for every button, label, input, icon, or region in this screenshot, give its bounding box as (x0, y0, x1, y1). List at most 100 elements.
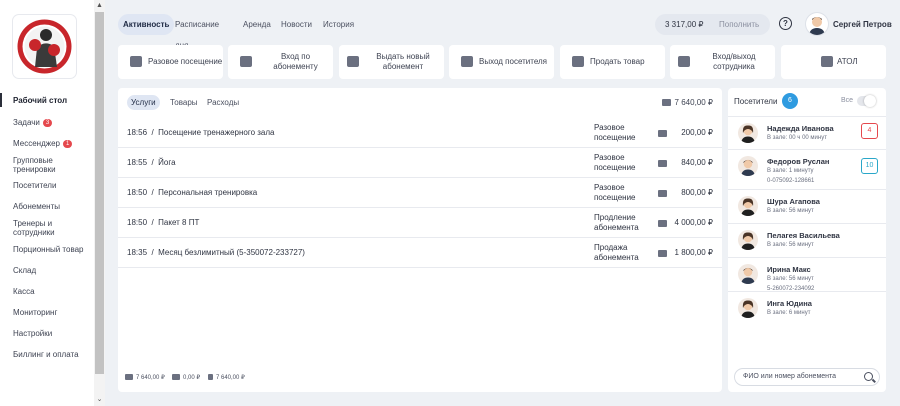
visitors-panel: Посетители 6 Все Надежда Иванова В зале: … (728, 88, 886, 392)
visitor-name: Надежда Иванова (767, 124, 834, 133)
visitor-search[interactable]: ФИО или номер абонемента (734, 368, 880, 386)
show-all-toggle[interactable] (857, 95, 876, 107)
avatar[interactable] (806, 13, 828, 35)
list-item[interactable]: Федоров Руслан В зале: 1 минуту 0-075092-1… (728, 149, 886, 189)
visitor-status: В зале: 56 минут (767, 276, 814, 282)
sales-total: 7 640,00 ₽ (661, 98, 713, 107)
action-button[interactable]: АТОЛ (781, 45, 886, 79)
user-name[interactable]: Сергей Петров (833, 20, 892, 29)
sidebar-item[interactable]: Склад (0, 266, 94, 275)
avatar (738, 196, 758, 216)
sales-panel: Услуги Товары Расходы 7 640,00 ₽ 18:56 / П… (118, 88, 722, 392)
cash-register-icon (658, 250, 667, 257)
table-row[interactable]: 18:35 / Месяц безлимитный (5-350072-2337… (118, 238, 722, 268)
visitor-status: В зале: 00 ч 00 минут (767, 135, 827, 141)
cash-register-icon (821, 56, 833, 67)
sales-tab[interactable]: Товары (166, 95, 202, 110)
scroll-up-icon[interactable]: ▲ (95, 2, 104, 10)
row-service: Персональная тренировка (158, 188, 258, 197)
list-item[interactable]: Инга Юдина В зале: 6 минут (728, 291, 886, 325)
list-item[interactable]: Ирина Макс В зале: 56 минут 5-260072-23409… (728, 257, 886, 292)
visitor-status: В зале: 6 минут (767, 310, 811, 316)
sidebar-item[interactable]: Касса (0, 287, 94, 296)
top-tab[interactable]: Расписание дня (170, 14, 224, 50)
search-icon[interactable] (864, 372, 873, 381)
avatar (738, 156, 758, 176)
boxer-logo-icon (17, 19, 72, 74)
sum-icon (208, 374, 213, 380)
balance-pill: 3 317,00 ₽ Пополнить (655, 14, 770, 35)
sidebar-item-label: Порционный товар (13, 245, 84, 254)
scroll-thumb[interactable] (95, 12, 104, 374)
sales-tab[interactable]: Услуги (127, 95, 160, 110)
visitor-name: Федоров Руслан (767, 157, 830, 166)
table-row[interactable]: 18:50 / Персональная тренировка Разовое п… (118, 178, 722, 208)
list-item[interactable]: Пелагея Васильева В зале: 56 минут (728, 223, 886, 257)
action-button[interactable]: Выход посетителя (449, 45, 554, 79)
action-label: Вход/выход сотрудника (712, 52, 756, 71)
top-tab[interactable]: Аренда (238, 14, 276, 35)
sidebar-item[interactable]: Настройки (0, 329, 94, 338)
table-row[interactable]: 18:55 / Йога Разовое посещение 840,00 ₽ (118, 148, 722, 178)
sidebar-item[interactable]: Биллинг и оплата (0, 350, 94, 359)
shopping-bag-icon (572, 56, 584, 67)
visitors-count-badge: 6 (782, 93, 798, 109)
sidebar-item[interactable]: Групповые тренировки (0, 156, 94, 174)
logo[interactable] (13, 15, 76, 78)
sidebar-item[interactable]: Посетители (0, 181, 94, 190)
action-button[interactable]: Вход/выход сотрудника (670, 45, 775, 79)
row-price: 1 800,00 ₽ (674, 248, 713, 257)
sidebar-item[interactable]: Тренеры и сотрудники (0, 219, 94, 237)
sidebar-item[interactable]: Рабочий стол (0, 93, 94, 107)
cash-register-icon (658, 220, 667, 227)
top-tab[interactable]: Новости (276, 14, 317, 35)
list-item[interactable]: Надежда Иванова В зале: 00 ч 00 минут 4 (728, 116, 886, 149)
sidebar-item-label: Биллинг и оплата (13, 350, 79, 359)
sidebar-item-label: Посетители (13, 181, 57, 190)
card-icon (172, 374, 180, 380)
action-label: Выдать новый абонемент (376, 52, 430, 71)
action-button[interactable]: Разовое посещение (118, 45, 223, 79)
visitor-visits-badge[interactable]: 4 (861, 123, 878, 139)
sidebar-item[interactable]: Абонементы (0, 202, 94, 211)
table-row[interactable]: 18:56 / Посещение тренажерного зала Разов… (118, 118, 722, 148)
avatar (738, 298, 758, 318)
sidebar-item[interactable]: Мониторинг (0, 308, 94, 317)
row-price: 4 000,00 ₽ (674, 218, 713, 227)
sidebar-scrollbar[interactable]: ▲ ⌄ (94, 0, 105, 406)
row-name: 18:50 / Пакет 8 ПТ (127, 208, 199, 238)
action-button[interactable]: Вход по абонементу (228, 45, 333, 79)
sidebar-item[interactable]: Мессенджер 1 (0, 139, 94, 148)
sidebar-item[interactable]: Задачи 3 (0, 118, 94, 127)
sales-tab[interactable]: Расходы (203, 95, 243, 110)
sidebar-item[interactable]: Порционный товар (0, 245, 94, 254)
search-input[interactable]: ФИО или номер абонемента (743, 369, 836, 385)
sidebar: Рабочий стол Задачи 3 Мессенджер 1 Групповые … (0, 0, 94, 406)
row-name: 18:35 / Месяц безлимитный (5-350072-2337… (127, 238, 305, 268)
scroll-down-icon[interactable]: ⌄ (95, 396, 104, 404)
row-type: Разовое посещение (594, 183, 636, 202)
action-button[interactable]: Продать товар (560, 45, 665, 79)
row-separator: / (147, 218, 159, 227)
help-icon[interactable]: ? (779, 17, 792, 30)
action-label: Вход по абонементу (273, 52, 318, 71)
row-service: Йога (158, 158, 176, 167)
cash-register-icon (658, 190, 667, 197)
action-label: Выход посетителя (479, 57, 548, 66)
visitor-visits-badge[interactable]: 10 (861, 158, 878, 174)
visitor-status: В зале: 56 минут (767, 242, 814, 248)
row-name: 18:55 / Йога (127, 148, 176, 178)
table-row[interactable]: 18:50 / Пакет 8 ПТ Продление абонемента 4 … (118, 208, 722, 238)
sidebar-item-label: Абонементы (13, 202, 61, 211)
row-service: Пакет 8 ПТ (158, 218, 200, 227)
topup-button[interactable]: Пополнить (719, 14, 759, 35)
top-tab[interactable]: История (318, 14, 359, 35)
cash-register-icon (661, 99, 671, 106)
top-tab[interactable]: Активность (118, 14, 175, 35)
action-button[interactable]: Выдать новый абонемент (339, 45, 444, 79)
row-type: Продажа абонемента (594, 243, 639, 262)
row-time: 18:55 (127, 158, 148, 167)
list-item[interactable]: Шура Агапова В зале: 56 минут (728, 189, 886, 223)
visitor-name: Ирина Макс (767, 265, 811, 274)
sidebar-item-badge: 1 (63, 140, 73, 148)
